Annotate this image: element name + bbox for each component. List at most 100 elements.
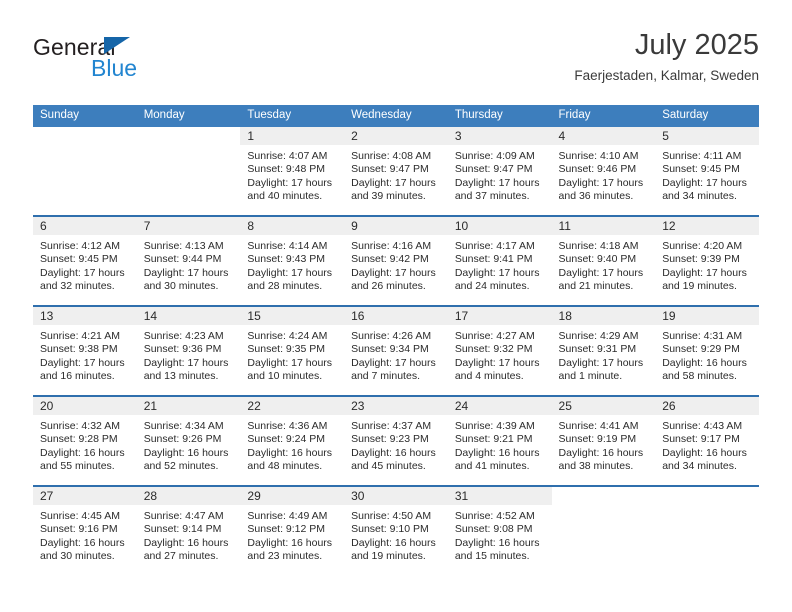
day-cell: 28 Sunrise: 4:47 AM Sunset: 9:14 PM Dayligh… xyxy=(136,487,241,575)
calendar-cell[interactable]: 29 Sunrise: 4:49 AM Sunset: 9:12 PM Dayligh… xyxy=(240,485,345,575)
day-number: 11 xyxy=(551,217,656,235)
calendar-cell[interactable]: 6 Sunrise: 4:12 AM Sunset: 9:45 PM Daylight… xyxy=(33,215,137,306)
calendar-page: General Blue July 2025 Faerjestaden, Kal… xyxy=(0,0,792,612)
calendar-cell[interactable]: 19 Sunrise: 4:31 AM Sunset: 9:29 PM Dayligh… xyxy=(655,305,759,396)
calendar-cell[interactable]: 30 Sunrise: 4:50 AM Sunset: 9:10 PM Dayligh… xyxy=(344,485,448,575)
day-cell: 30 Sunrise: 4:50 AM Sunset: 9:10 PM Dayligh… xyxy=(344,487,448,575)
calendar-cell[interactable]: 7 Sunrise: 4:13 AM Sunset: 9:44 PM Daylight… xyxy=(136,215,241,306)
day-cell: 9 Sunrise: 4:16 AM Sunset: 9:42 PM Daylight… xyxy=(344,217,448,305)
calendar-cell[interactable]: 25 Sunrise: 4:41 AM Sunset: 9:19 PM Dayligh… xyxy=(551,395,656,486)
day-number: 16 xyxy=(344,307,448,325)
day-cell: 20 Sunrise: 4:32 AM Sunset: 9:28 PM Dayligh… xyxy=(33,397,137,485)
calendar-cell[interactable]: 27 Sunrise: 4:45 AM Sunset: 9:16 PM Dayligh… xyxy=(33,485,137,575)
sunset-text: Sunset: 9:19 PM xyxy=(558,433,637,446)
day-number: 7 xyxy=(136,217,241,235)
calendar-cell[interactable]: 17 Sunrise: 4:27 AM Sunset: 9:32 PM Dayligh… xyxy=(447,305,552,396)
day-details: Sunrise: 4:13 AM Sunset: 9:44 PM Daylight:… xyxy=(137,235,241,294)
day-number: 31 xyxy=(447,487,552,505)
calendar-cell[interactable]: 12 Sunrise: 4:20 AM Sunset: 9:39 PM Dayligh… xyxy=(655,215,759,306)
daylight-text: Daylight: 17 hours and 13 minutes. xyxy=(143,356,229,383)
calendar-cell xyxy=(137,127,241,216)
sunrise-text: Sunrise: 4:24 AM xyxy=(247,330,328,342)
sunset-text: Sunset: 9:29 PM xyxy=(662,343,740,356)
daylight-text: Daylight: 17 hours and 30 minutes. xyxy=(143,266,229,293)
calendar-cell[interactable]: 20 Sunrise: 4:32 AM Sunset: 9:28 PM Dayligh… xyxy=(33,395,137,486)
calendar-cell[interactable]: 2 Sunrise: 4:08 AM Sunset: 9:47 PM Daylight… xyxy=(344,127,448,216)
sunset-text: Sunset: 9:08 PM xyxy=(454,523,533,536)
calendar-cell[interactable]: 24 Sunrise: 4:39 AM Sunset: 9:21 PM Dayligh… xyxy=(447,395,552,486)
day-number: 19 xyxy=(655,307,759,325)
day-details: Sunrise: 4:34 AM Sunset: 9:26 PM Daylight:… xyxy=(137,415,241,474)
day-number: 1 xyxy=(240,127,345,145)
day-details: Sunrise: 4:16 AM Sunset: 9:42 PM Daylight:… xyxy=(344,235,448,294)
sunrise-text: Sunrise: 4:14 AM xyxy=(247,240,328,252)
calendar-cell[interactable]: 21 Sunrise: 4:34 AM Sunset: 9:26 PM Dayligh… xyxy=(136,395,241,486)
daylight-text: Daylight: 16 hours and 55 minutes. xyxy=(40,446,125,473)
sunrise-text: Sunrise: 4:43 AM xyxy=(662,420,743,432)
calendar-cell[interactable]: 14 Sunrise: 4:23 AM Sunset: 9:36 PM Dayligh… xyxy=(136,305,241,396)
calendar-cell[interactable]: 3 Sunrise: 4:09 AM Sunset: 9:47 PM Daylight… xyxy=(447,127,552,216)
day-cell: 21 Sunrise: 4:34 AM Sunset: 9:26 PM Dayligh… xyxy=(136,397,241,485)
day-details: Sunrise: 4:41 AM Sunset: 9:19 PM Daylight:… xyxy=(552,415,656,474)
calendar-cell[interactable]: 10 Sunrise: 4:17 AM Sunset: 9:41 PM Dayligh… xyxy=(447,215,552,306)
daylight-text: Daylight: 17 hours and 21 minutes. xyxy=(558,266,644,293)
day-cell: 29 Sunrise: 4:49 AM Sunset: 9:12 PM Dayligh… xyxy=(240,487,345,575)
day-number: 5 xyxy=(655,127,759,145)
calendar-cell[interactable]: 1 Sunrise: 4:07 AM Sunset: 9:48 PM Daylight… xyxy=(240,127,345,216)
day-number: 29 xyxy=(240,487,345,505)
daylight-text: Daylight: 16 hours and 52 minutes. xyxy=(143,446,229,473)
calendar-cell[interactable]: 31 Sunrise: 4:52 AM Sunset: 9:08 PM Dayligh… xyxy=(447,485,552,575)
day-number: 3 xyxy=(447,127,552,145)
sunset-text: Sunset: 9:41 PM xyxy=(454,253,533,266)
triangle-icon xyxy=(104,37,130,54)
sunrise-text: Sunrise: 4:49 AM xyxy=(247,510,328,522)
sunset-text: Sunset: 9:38 PM xyxy=(40,343,118,356)
day-details: Sunrise: 4:18 AM Sunset: 9:40 PM Daylight:… xyxy=(552,235,656,294)
calendar-cell[interactable]: 15 Sunrise: 4:24 AM Sunset: 9:35 PM Dayligh… xyxy=(240,305,345,396)
empty-day-cell xyxy=(655,487,759,575)
day-details: Sunrise: 4:52 AM Sunset: 9:08 PM Daylight:… xyxy=(448,505,552,564)
day-details: Sunrise: 4:45 AM Sunset: 9:16 PM Daylight:… xyxy=(33,505,137,564)
sunrise-text: Sunrise: 4:39 AM xyxy=(454,420,535,432)
daylight-text: Daylight: 17 hours and 28 minutes. xyxy=(247,266,333,293)
day-details: Sunrise: 4:29 AM Sunset: 9:31 PM Daylight:… xyxy=(552,325,656,384)
weekday-header-tuesday: Tuesday xyxy=(240,105,345,127)
day-details: Sunrise: 4:23 AM Sunset: 9:36 PM Daylight:… xyxy=(137,325,241,384)
sunset-text: Sunset: 9:14 PM xyxy=(143,523,222,536)
calendar-cell[interactable]: 28 Sunrise: 4:47 AM Sunset: 9:14 PM Dayligh… xyxy=(136,485,241,575)
day-number: 15 xyxy=(240,307,345,325)
day-number: 4 xyxy=(551,127,656,145)
calendar-cell[interactable]: 18 Sunrise: 4:29 AM Sunset: 9:31 PM Dayligh… xyxy=(551,305,656,396)
day-details: Sunrise: 4:26 AM Sunset: 9:34 PM Daylight:… xyxy=(344,325,448,384)
calendar-cell[interactable]: 8 Sunrise: 4:14 AM Sunset: 9:43 PM Daylight… xyxy=(240,215,345,306)
calendar-cell[interactable]: 16 Sunrise: 4:26 AM Sunset: 9:34 PM Dayligh… xyxy=(344,305,448,396)
day-cell: 18 Sunrise: 4:29 AM Sunset: 9:31 PM Dayligh… xyxy=(551,307,656,395)
calendar-cell[interactable]: 26 Sunrise: 4:43 AM Sunset: 9:17 PM Dayligh… xyxy=(655,395,759,486)
calendar-cell[interactable]: 4 Sunrise: 4:10 AM Sunset: 9:46 PM Daylight… xyxy=(551,127,656,216)
daylight-text: Daylight: 17 hours and 32 minutes. xyxy=(40,266,125,293)
calendar-cell[interactable]: 9 Sunrise: 4:16 AM Sunset: 9:42 PM Daylight… xyxy=(344,215,448,306)
sunset-text: Sunset: 9:43 PM xyxy=(247,253,326,266)
daylight-text: Daylight: 17 hours and 19 minutes. xyxy=(662,266,747,293)
empty-day-cell xyxy=(552,487,656,575)
calendar-cell xyxy=(551,485,656,575)
calendar-cell[interactable]: 22 Sunrise: 4:36 AM Sunset: 9:24 PM Dayligh… xyxy=(240,395,345,486)
calendar-cell[interactable]: 11 Sunrise: 4:18 AM Sunset: 9:40 PM Dayligh… xyxy=(551,215,656,306)
calendar-cell[interactable]: 13 Sunrise: 4:21 AM Sunset: 9:38 PM Dayligh… xyxy=(33,305,137,396)
day-details: Sunrise: 4:24 AM Sunset: 9:35 PM Daylight:… xyxy=(240,325,344,384)
sunrise-text: Sunrise: 4:27 AM xyxy=(454,330,535,342)
location-subtitle: Faerjestaden, Kalmar, Sweden xyxy=(574,68,759,83)
daylight-text: Daylight: 17 hours and 10 minutes. xyxy=(247,356,333,383)
calendar-cell[interactable]: 5 Sunrise: 4:11 AM Sunset: 9:45 PM Daylight… xyxy=(655,127,759,216)
daylight-text: Daylight: 17 hours and 34 minutes. xyxy=(662,176,747,203)
day-cell: 22 Sunrise: 4:36 AM Sunset: 9:24 PM Dayligh… xyxy=(240,397,345,485)
calendar-cell[interactable]: 23 Sunrise: 4:37 AM Sunset: 9:23 PM Dayligh… xyxy=(344,395,448,486)
sunset-text: Sunset: 9:35 PM xyxy=(247,343,326,356)
day-number xyxy=(137,127,241,145)
sunrise-text: Sunrise: 4:26 AM xyxy=(351,330,432,342)
calendar-week-row: 20 Sunrise: 4:32 AM Sunset: 9:28 PM Dayligh… xyxy=(33,395,759,486)
sunset-text: Sunset: 9:16 PM xyxy=(40,523,118,536)
sunrise-text: Sunrise: 4:10 AM xyxy=(558,150,639,162)
daylight-text: Daylight: 17 hours and 36 minutes. xyxy=(558,176,644,203)
calendar-week-row: 27 Sunrise: 4:45 AM Sunset: 9:16 PM Dayligh… xyxy=(33,485,759,575)
